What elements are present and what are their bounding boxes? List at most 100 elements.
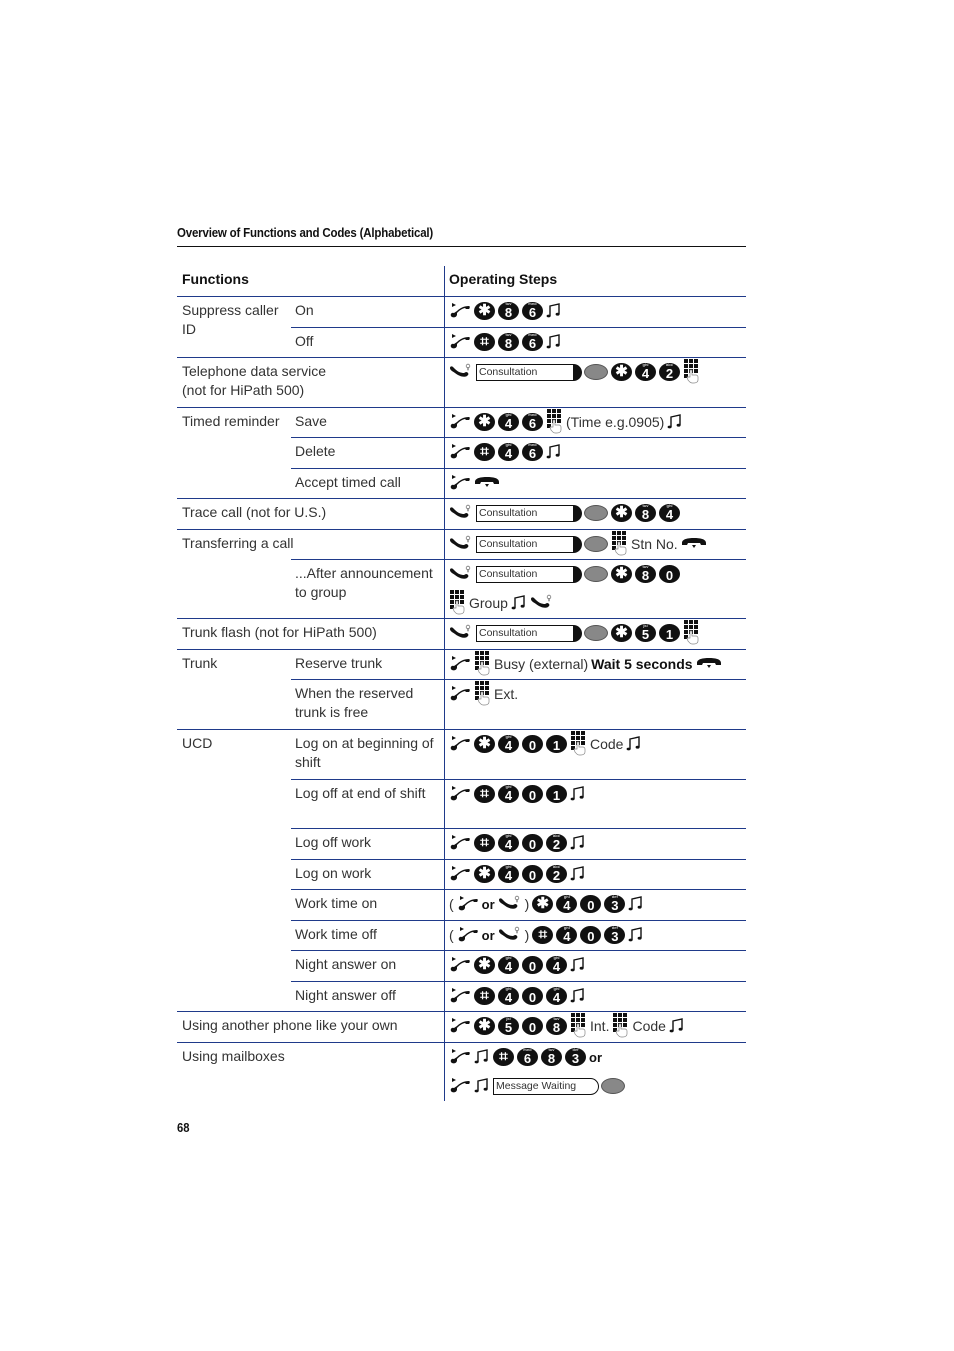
lift-handset-icon — [457, 895, 479, 914]
key-letters: ghi — [505, 442, 512, 447]
row-divider — [177, 529, 746, 530]
key-letters: mno — [528, 442, 537, 447]
operating-steps: Consultation ✱ ghi 4 abc 2 — [449, 358, 700, 383]
digit-key-0: 0 — [522, 1017, 543, 1035]
key-letters: ghi — [563, 894, 570, 899]
display-button[interactable]: Consultation — [476, 624, 608, 642]
operating-steps: ⌗ ghi 4 0 abc 2 — [449, 832, 586, 854]
sub-function-name: Work time off — [295, 926, 377, 942]
key-symbol: 0 — [587, 897, 595, 913]
row-divider — [177, 296, 746, 297]
star-key-icon: ✱ — [611, 504, 632, 522]
row-divider — [177, 498, 746, 499]
key-symbol: 4 — [504, 445, 513, 461]
key-letters: def — [611, 925, 618, 930]
key-symbol: 4 — [665, 506, 674, 522]
key-letters: ghi — [505, 412, 512, 417]
or-text: or — [481, 927, 495, 943]
key-letters: tuv — [505, 332, 512, 337]
key-letters: ghi — [505, 784, 512, 789]
operating-steps: ✱ ghi 4 0 1 Code — [449, 730, 642, 755]
sub-function-name: Night answer on — [295, 956, 397, 972]
confirmation-tone-icon — [546, 302, 562, 321]
display-button[interactable]: Consultation — [476, 363, 608, 381]
digit-key-2: abc 2 — [546, 834, 567, 852]
key-symbol: ⌗ — [538, 926, 548, 943]
display-button[interactable]: Consultation — [476, 504, 608, 522]
confirmation-tone-icon — [570, 865, 586, 884]
select-key-icon[interactable] — [584, 364, 608, 380]
display-cap — [590, 1077, 599, 1095]
key-symbol: 0 — [587, 928, 595, 944]
key-symbol: 6 — [528, 304, 537, 320]
confirmation-tone-icon — [474, 1077, 490, 1096]
digit-key-4: ghi 4 — [635, 363, 656, 381]
key-symbol: 3 — [571, 1050, 580, 1066]
header-operating-steps: Operating Steps — [449, 271, 558, 287]
select-key-icon[interactable] — [584, 505, 608, 521]
key-symbol: 0 — [665, 567, 674, 583]
digit-key-5: jkl 5 — [498, 1017, 519, 1035]
star-key-icon: ✱ — [474, 1017, 495, 1035]
row-divider — [177, 1011, 746, 1012]
confirmation-tone-icon — [628, 895, 644, 914]
hang-up-icon — [696, 656, 722, 673]
operating-steps: ⌗ ghi 4 mno 6 — [449, 441, 562, 463]
step-text: ( — [449, 896, 454, 912]
digit-key-0: 0 — [522, 956, 543, 974]
digit-key-4: ghi 4 — [498, 834, 519, 852]
row-divider — [291, 779, 746, 780]
digit-key-6: mno 6 — [517, 1048, 538, 1066]
key-symbol: 4 — [552, 958, 561, 974]
hash-key-icon: ⌗ — [474, 785, 495, 803]
step-text: Busy (external) — [494, 656, 589, 672]
key-symbol: 3 — [611, 928, 619, 944]
key-symbol: 6 — [528, 335, 537, 351]
sub-function-name: Night answer off — [295, 987, 396, 1003]
key-symbol: ✱ — [615, 363, 628, 380]
hash-key-icon: ⌗ — [474, 834, 495, 852]
lift-handset-icon — [449, 333, 471, 352]
star-key-icon: ✱ — [474, 302, 495, 320]
digit-key-4: ghi 4 — [498, 956, 519, 974]
key-letters: abc — [666, 362, 673, 367]
key-symbol: 0 — [528, 737, 537, 753]
step-text: ) — [524, 927, 530, 943]
step-bold-text: Wait 5 seconds — [591, 656, 693, 672]
digit-key-0: 0 — [522, 834, 543, 852]
select-key-icon[interactable] — [601, 1078, 625, 1094]
digit-key-1: 1 — [546, 735, 567, 753]
star-key-icon: ✱ — [474, 956, 495, 974]
star-key-icon: ✱ — [611, 363, 632, 381]
key-symbol: 8 — [504, 335, 513, 351]
operating-steps: Ext. — [449, 680, 518, 705]
key-symbol: 8 — [504, 304, 513, 320]
key-symbol: 1 — [552, 787, 561, 803]
sub-function-name: Work time on — [295, 895, 378, 911]
key-letters: abc — [553, 864, 560, 869]
select-key-icon[interactable] — [584, 566, 608, 582]
key-symbol: 4 — [641, 365, 650, 381]
handset-offhook-icon — [449, 535, 473, 554]
digit-key-0: 0 — [522, 987, 543, 1005]
confirmation-tone-icon — [546, 333, 562, 352]
display-button[interactable]: Consultation — [476, 535, 608, 553]
key-letters: mno — [523, 1047, 532, 1052]
select-key-icon[interactable] — [584, 536, 608, 552]
key-symbol: ✱ — [478, 956, 491, 973]
digit-key-2: abc 2 — [659, 363, 680, 381]
key-symbol: 4 — [504, 867, 513, 883]
hash-key-icon: ⌗ — [474, 987, 495, 1005]
row-divider — [291, 679, 746, 680]
hang-up-icon — [474, 475, 500, 492]
confirmation-tone-icon — [570, 785, 586, 804]
key-symbol: 3 — [611, 897, 619, 913]
key-symbol: 4 — [552, 989, 561, 1005]
display-button[interactable]: Consultation — [476, 565, 608, 583]
display-button[interactable]: Message Waiting — [493, 1077, 625, 1095]
digit-key-4: ghi 4 — [498, 785, 519, 803]
digit-key-2: abc 2 — [546, 865, 567, 883]
key-letters: def — [611, 894, 618, 899]
key-letters: def — [572, 1047, 579, 1052]
select-key-icon[interactable] — [584, 625, 608, 641]
